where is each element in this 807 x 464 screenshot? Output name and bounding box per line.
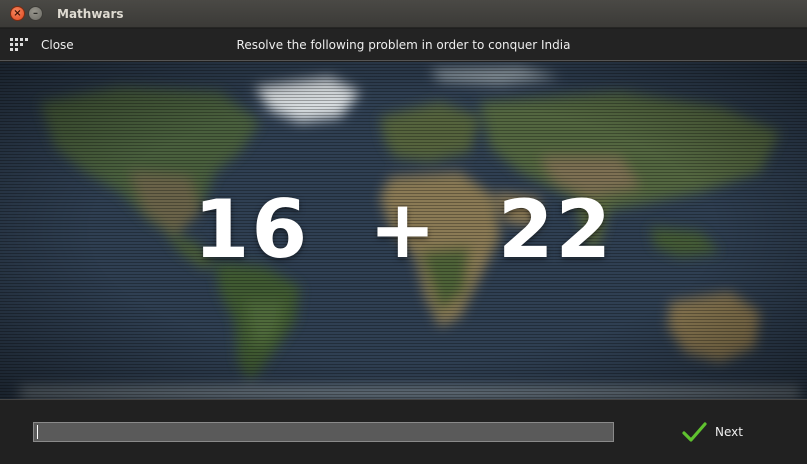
answer-bar: Next <box>0 399 807 464</box>
next-label: Next <box>715 425 743 439</box>
world-map-background: 16 + 22 <box>0 62 807 399</box>
operator: + <box>368 183 439 276</box>
window-close-button[interactable]: × <box>10 6 25 21</box>
next-button[interactable]: Next <box>682 419 762 445</box>
window-minimize-button[interactable]: – <box>28 6 43 21</box>
title-bar: × – Mathwars <box>0 0 807 28</box>
check-icon <box>682 422 707 442</box>
answer-input[interactable] <box>33 422 614 442</box>
close-button[interactable]: Close <box>41 38 74 52</box>
math-problem: 16 + 22 <box>0 190 807 270</box>
window-title: Mathwars <box>57 6 124 21</box>
operand-a: 16 <box>193 183 310 276</box>
text-caret <box>37 425 38 439</box>
instruction-text: Resolve the following problem in order t… <box>236 37 571 52</box>
grid-icon[interactable] <box>10 37 32 52</box>
operand-b: 22 <box>497 183 614 276</box>
toolbar: Close Resolve the following problem in o… <box>0 29 807 61</box>
minimize-icon: – <box>33 7 38 19</box>
close-icon: × <box>13 7 22 19</box>
